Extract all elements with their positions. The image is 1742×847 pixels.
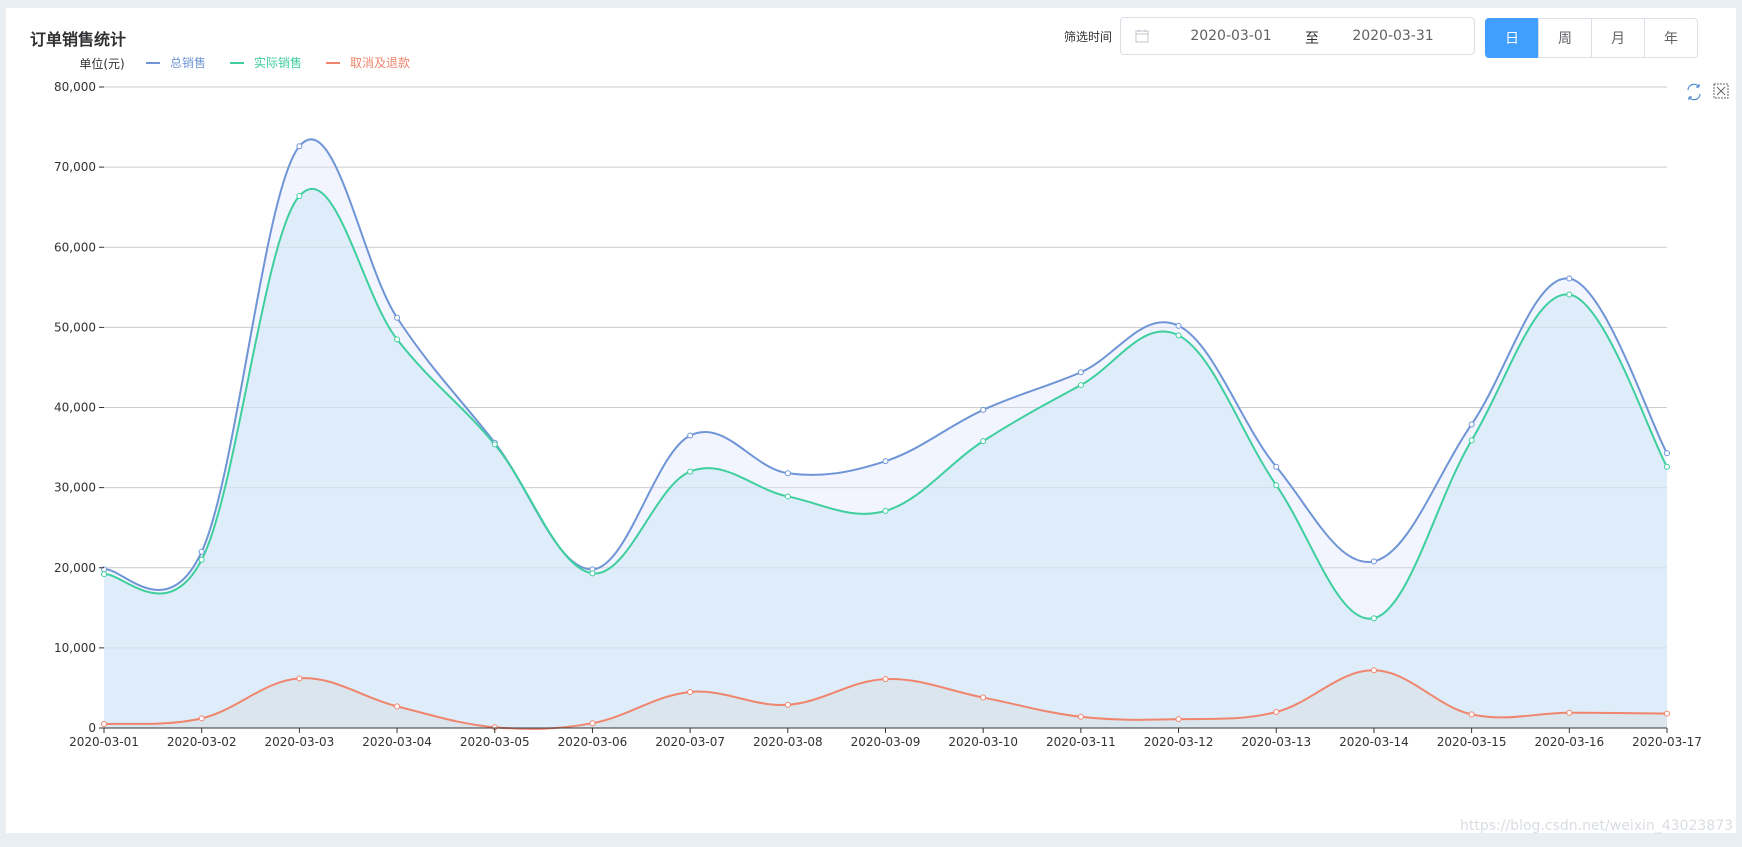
point-total-sales [1077, 369, 1084, 376]
point-actual-sales [1566, 291, 1573, 298]
x-tick-label: 2020-03-15 [1437, 735, 1507, 749]
legend-label-total-sales: 总销售 [170, 55, 206, 70]
point-total-sales [1370, 558, 1377, 565]
x-tick-label: 2020-03-09 [851, 735, 921, 749]
point-total-sales [784, 470, 791, 477]
data-zoom-reset-icon[interactable] [1713, 83, 1729, 99]
x-tick-label: 2020-03-13 [1241, 735, 1311, 749]
x-tick-label: 2020-03-03 [265, 735, 335, 749]
point-total-sales [198, 548, 205, 555]
point-total-sales [1566, 275, 1573, 282]
point-cancel-refund [980, 694, 987, 701]
point-actual-sales [1077, 382, 1084, 389]
point-actual-sales [491, 441, 498, 448]
point-total-sales [1273, 463, 1280, 470]
point-cancel-refund [198, 715, 205, 722]
point-cancel-refund [101, 720, 107, 727]
point-total-sales [980, 406, 987, 413]
point-actual-sales [1468, 437, 1475, 444]
point-actual-sales [687, 468, 694, 475]
chart-toolbox [1687, 83, 1729, 101]
point-total-sales [1664, 450, 1670, 457]
legend-label-cancel-refund: 取消及退款 [350, 56, 410, 70]
point-actual-sales [394, 336, 401, 343]
point-actual-sales [296, 192, 303, 199]
x-tick-label: 2020-03-05 [460, 735, 530, 749]
y-tick-label: 10,000 [54, 641, 96, 655]
x-tick-label: 2020-03-06 [558, 735, 628, 749]
point-cancel-refund [882, 676, 889, 683]
y-tick-label: 60,000 [54, 240, 96, 254]
point-total-sales [296, 143, 303, 150]
x-tick-label: 2020-03-04 [362, 735, 432, 749]
x-tick-label: 2020-03-14 [1339, 735, 1409, 749]
point-total-sales [394, 314, 401, 321]
series-areas [104, 139, 1667, 729]
y-tick-label: 40,000 [54, 401, 96, 415]
y-tick-label: 70,000 [54, 160, 96, 174]
point-actual-sales [784, 493, 791, 500]
point-actual-sales [1370, 615, 1377, 622]
point-actual-sales [101, 571, 107, 578]
point-actual-sales [198, 556, 205, 563]
point-cancel-refund [1664, 710, 1670, 717]
point-total-sales [1175, 322, 1182, 329]
restore-icon[interactable] [1687, 83, 1701, 101]
point-cancel-refund [1370, 667, 1377, 674]
point-total-sales [1468, 421, 1475, 428]
y-tick-label: 80,000 [54, 80, 96, 94]
watermark-text: https://blog.csdn.net/weixin_43023873 [1460, 818, 1734, 834]
legend-label-actual-sales: 实际销售 [254, 55, 302, 70]
point-cancel-refund [687, 688, 694, 695]
y-tick-label: 20,000 [54, 561, 96, 575]
point-cancel-refund [296, 675, 303, 682]
point-total-sales [687, 432, 694, 439]
x-tick-label: 2020-03-16 [1534, 735, 1604, 749]
point-cancel-refund [589, 720, 596, 727]
x-tick-label: 2020-03-12 [1144, 735, 1214, 749]
y-axis-unit-label: 单位(元) [79, 56, 124, 71]
point-cancel-refund [1077, 713, 1084, 720]
point-cancel-refund [784, 701, 791, 708]
x-tick-label: 2020-03-08 [753, 735, 823, 749]
point-cancel-refund [394, 703, 401, 710]
point-actual-sales [1273, 482, 1280, 489]
point-actual-sales [1664, 463, 1670, 470]
legend: 单位(元) 总销售 实际销售 取消及退款 [79, 55, 410, 71]
x-tick-label: 2020-03-17 [1632, 735, 1702, 749]
point-actual-sales [589, 570, 596, 577]
sales-area-chart: 0 10,000 20,000 30,000 40,000 50,000 60,000 70,… [54, 55, 1729, 749]
y-tick-label: 50,000 [54, 320, 96, 334]
y-tick-label: 0 [88, 721, 96, 735]
point-actual-sales [1175, 332, 1182, 339]
x-tick-label: 2020-03-10 [948, 735, 1018, 749]
point-cancel-refund [1468, 711, 1475, 718]
point-actual-sales [882, 507, 889, 514]
point-cancel-refund [1566, 709, 1573, 716]
point-cancel-refund [1175, 716, 1182, 723]
point-actual-sales [980, 438, 987, 445]
x-tick-label: 2020-03-02 [167, 735, 237, 749]
y-tick-label: 30,000 [54, 481, 96, 495]
x-tick-label: 2020-03-11 [1046, 735, 1116, 749]
point-total-sales [882, 458, 889, 465]
point-cancel-refund [1273, 708, 1280, 715]
x-tick-label: 2020-03-07 [655, 735, 725, 749]
x-tick-label: 2020-03-01 [69, 735, 139, 749]
